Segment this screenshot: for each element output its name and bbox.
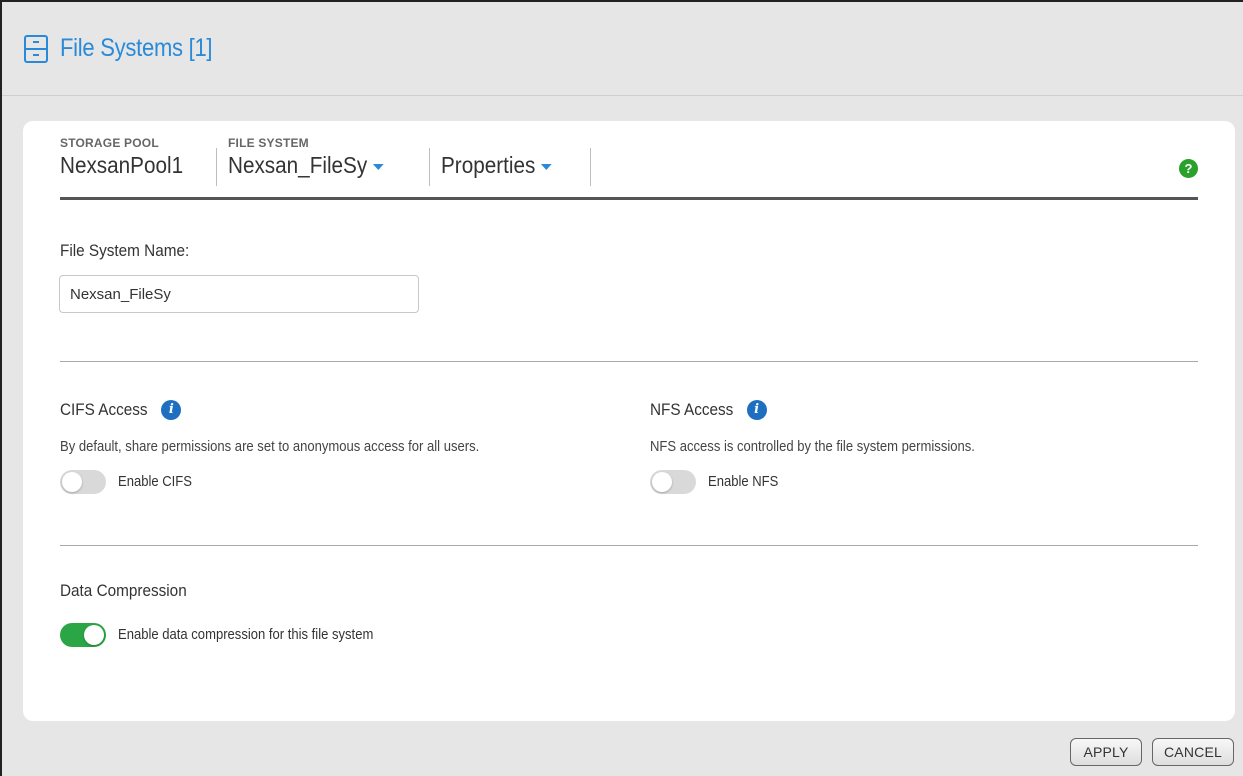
cifs-description: By default, share permissions are set to… [60,439,480,455]
divider [60,361,1198,362]
enable-compression-label: Enable data compression for this file sy… [118,627,374,643]
compression-toggle-row: Enable data compression for this file sy… [60,623,402,647]
enable-compression-toggle[interactable] [60,623,106,647]
properties-value: Properties [441,152,536,178]
file-system-name-input[interactable] [59,275,419,313]
info-icon[interactable]: i [746,400,767,420]
file-system-label: FILE SYSTEM [228,136,309,150]
breadcrumb: STORAGE POOL NexsanPool1 FILE SYSTEM Nex… [60,136,1198,200]
breadcrumb-file-system[interactable]: FILE SYSTEM Nexsan_FileSy [228,136,401,186]
toggle-knob [652,472,672,492]
properties-panel: STORAGE POOL NexsanPool1 FILE SYSTEM Nex… [23,121,1235,721]
apply-button[interactable]: APPLY [1070,738,1142,766]
file-system-name-label: File System Name: [60,241,190,260]
enable-cifs-label: Enable CIFS [118,474,192,490]
enable-cifs-toggle[interactable] [60,470,106,494]
enable-nfs-label: Enable NFS [708,474,779,490]
properties-dropdown[interactable]: Properties [441,152,552,179]
info-icon[interactable]: i [161,400,182,420]
page-header: File Systems [1] [2,2,1243,96]
storage-pool-value: NexsanPool1 [60,152,184,178]
file-cabinet-icon [24,34,48,63]
breadcrumb-view[interactable]: Properties [441,136,564,186]
toggle-knob [84,625,104,645]
breadcrumb-storage-pool: STORAGE POOL NexsanPool1 [60,136,197,186]
file-system-value: Nexsan_FileSy [228,152,368,178]
cancel-button[interactable]: CANCEL [1152,738,1234,766]
nfs-access-heading: NFS Access i [650,400,767,420]
enable-nfs-toggle[interactable] [650,470,696,494]
cifs-access-title: CIFS Access [60,400,148,419]
caret-down-icon [540,163,552,170]
page-title: File Systems [1] [60,34,213,62]
cifs-access-heading: CIFS Access i [60,400,182,420]
data-compression-heading: Data Compression [60,581,201,601]
cifs-toggle-row: Enable CIFS [60,470,200,494]
help-icon[interactable]: ? [1179,159,1198,178]
breadcrumb-divider [429,148,430,186]
storage-pool-label: STORAGE POOL [60,136,159,150]
breadcrumb-divider [216,148,217,186]
file-system-dropdown[interactable]: Nexsan_FileSy [228,152,384,179]
caret-down-icon [372,163,384,170]
nfs-description: NFS access is controlled by the file sys… [650,439,975,455]
nfs-access-title: NFS Access [650,400,734,419]
toggle-knob [62,472,82,492]
nfs-toggle-row: Enable NFS [650,470,786,494]
divider [60,545,1198,546]
data-compression-title: Data Compression [60,581,187,600]
breadcrumb-divider [590,148,591,186]
